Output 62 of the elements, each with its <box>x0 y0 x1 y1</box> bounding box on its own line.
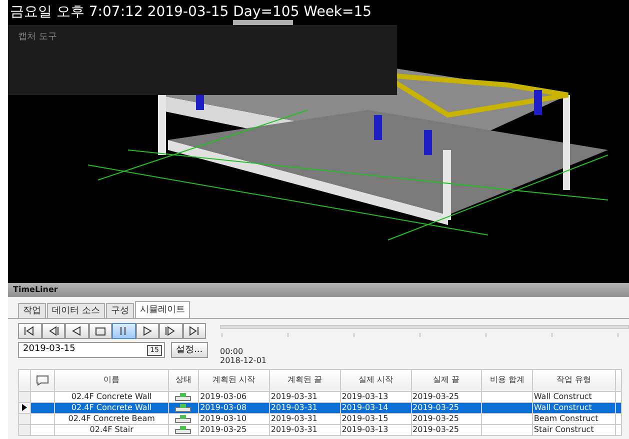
column-header[interactable]: 작업 유형 <box>532 369 616 391</box>
column-header[interactable]: 실제 끝 <box>411 369 482 391</box>
play-icon <box>140 325 154 337</box>
last-button[interactable] <box>182 323 206 339</box>
step-forward-button[interactable] <box>159 323 182 339</box>
table-cell: Stair Construct <box>532 424 616 435</box>
column-header[interactable]: 상태 <box>168 369 199 391</box>
play-back-icon <box>70 325 84 337</box>
table-cell: 2019-03-25 <box>411 424 482 435</box>
stop-button[interactable] <box>88 323 112 339</box>
column-header[interactable]: 비용 합계 <box>482 369 532 391</box>
table-cell: 2019-03-25 <box>411 402 482 413</box>
column-header[interactable]: 이름 <box>54 369 168 391</box>
table-cell: 2019-03-10 <box>198 413 270 424</box>
time-label: 2018-12-01 <box>220 356 268 364</box>
status-icon <box>175 392 192 401</box>
comment-icon <box>36 374 50 386</box>
table-cell: 2019-03-31 <box>269 413 340 424</box>
settings-button[interactable]: 설정... <box>171 342 208 358</box>
step-forward-icon <box>164 325 178 337</box>
table-cell: Wall Construct <box>532 391 616 402</box>
table-cell: 2019-03-25 <box>411 391 482 402</box>
table-cell: 2019-03-15 <box>340 413 412 424</box>
table-cell: 2019-03-25 <box>198 424 270 435</box>
tab[interactable]: 구성 <box>106 303 134 318</box>
table-cell: 02.4F Concrete Wall <box>54 391 168 402</box>
panel-title: TimeLiner <box>8 283 629 297</box>
play-back-button[interactable] <box>65 323 88 339</box>
table-cell: 02.4F Concrete Wall <box>54 402 168 413</box>
first-icon <box>23 325 36 337</box>
pause-button[interactable] <box>112 323 136 339</box>
tab[interactable]: 작업 <box>18 303 46 318</box>
step-back-icon <box>46 325 60 337</box>
column-header[interactable]: 계획된 끝 <box>269 369 340 391</box>
column-header[interactable]: 계획된 시작 <box>198 369 270 391</box>
status-icon <box>175 414 192 423</box>
table-cell: Wall Construct <box>532 402 616 413</box>
table-cell: Beam Construct <box>532 413 616 424</box>
column-header[interactable]: 실제 시작 <box>340 369 412 391</box>
table-cell: 02.4F Concrete Beam <box>54 413 168 424</box>
time-label: 00:00 <box>220 346 244 356</box>
table-cell: 2019-03-08 <box>198 402 270 413</box>
tab[interactable]: 시뮬레이트 <box>134 301 190 318</box>
table-cell: 2019-03-14 <box>340 402 412 413</box>
step-back-button[interactable] <box>42 323 65 339</box>
stop-icon <box>94 325 107 337</box>
table-cell: 2019-03-06 <box>198 391 270 402</box>
play-button[interactable] <box>136 323 159 339</box>
table-cell: 2019-03-31 <box>269 402 340 413</box>
table-cell: 02.4F Stair <box>54 424 168 435</box>
last-icon <box>188 325 201 337</box>
panel-title: 캡처 도구 <box>18 31 57 44</box>
status-icon <box>175 425 192 434</box>
first-button[interactable] <box>18 323 42 339</box>
table-cell: 2019-03-13 <box>340 424 412 435</box>
table-cell: 2019-03-25 <box>411 413 482 424</box>
status-icon <box>175 403 192 412</box>
table-cell: 2019-03-13 <box>340 391 412 402</box>
tab[interactable]: 데이터 소스 <box>47 303 105 318</box>
table-cell: 2019-03-31 <box>269 391 340 402</box>
table-cell: 2019-03-31 <box>269 424 340 435</box>
date-time-overlay: 금요일 오후 7:07:12 2019-03-15 Day=105 Week=15 <box>9 3 372 21</box>
